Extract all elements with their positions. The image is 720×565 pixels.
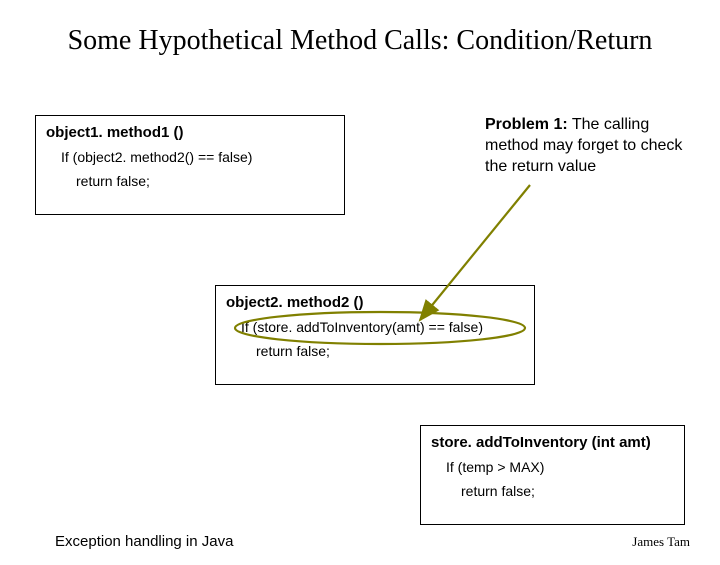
problem-label: Problem 1: (485, 116, 568, 133)
code-box-2: object2. method2 () If (store. addToInve… (215, 285, 535, 385)
method1-signature: object1. method1 () (46, 124, 334, 141)
footer-left: Exception handling in Java (55, 533, 233, 550)
method1-line1: If (object2. method2() == false) (61, 149, 334, 165)
method2-line2: return false; (256, 343, 524, 359)
problem-text: Problem 1: The calling method may forget… (485, 115, 695, 177)
footer-right: James Tam (632, 534, 690, 550)
method3-signature: store. addToInventory (int amt) (431, 434, 674, 451)
method2-line1: If (store. addToInventory(amt) == false) (241, 319, 524, 335)
method3-line2: return false; (461, 483, 674, 499)
code-box-1: object1. method1 () If (object2. method2… (35, 115, 345, 215)
slide-title: Some Hypothetical Method Calls: Conditio… (0, 25, 720, 57)
method3-line1: If (temp > MAX) (446, 459, 674, 475)
method1-line2: return false; (76, 173, 334, 189)
method2-signature: object2. method2 () (226, 294, 524, 311)
code-box-3: store. addToInventory (int amt) If (temp… (420, 425, 685, 525)
